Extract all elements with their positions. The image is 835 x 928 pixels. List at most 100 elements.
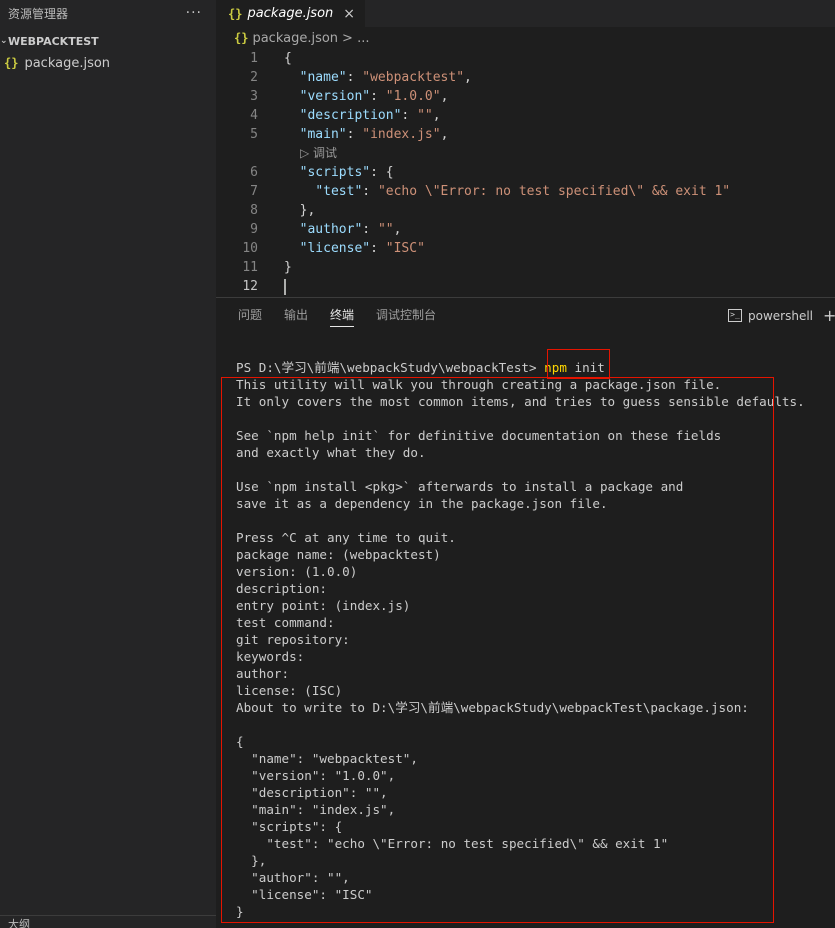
code-line: 10 "license": "ISC" <box>216 239 835 258</box>
line-content: "name": "webpacktest", <box>284 68 472 87</box>
token: : <box>346 70 363 85</box>
token: }, <box>284 203 316 218</box>
breadcrumb-file[interactable]: package.json <box>252 31 338 46</box>
line-number: 7 <box>250 184 258 199</box>
line-content: "scripts": { <box>284 163 394 182</box>
highlight-box-command <box>547 349 610 379</box>
json-file-icon: {} <box>228 6 243 21</box>
line-content: "description": "", <box>284 106 441 125</box>
token: "main" <box>299 127 347 142</box>
code-line: 3 "version": "1.0.0", <box>216 87 835 106</box>
token: , <box>393 222 402 237</box>
tab-terminal[interactable]: 终端 <box>330 298 355 333</box>
code-line: 6 "scripts": { <box>216 163 835 182</box>
terminal-prompt: PS D:\学习\前端\webpackStudy\webpackTest> <box>236 360 545 375</box>
line-content: "author": "", <box>284 220 402 239</box>
line-content: "license": "ISC" <box>284 239 425 258</box>
token: , <box>464 70 472 85</box>
explorer-title: 资源管理器 <box>8 6 69 21</box>
highlight-box-output <box>221 377 774 923</box>
tab-debug-console[interactable]: 调试控制台 <box>376 298 436 333</box>
breadcrumb-more[interactable]: > ... <box>342 31 369 46</box>
plus-icon[interactable]: + <box>823 306 835 325</box>
token: : <box>362 222 378 237</box>
more-actions-icon[interactable]: ··· <box>186 5 202 21</box>
line-content <box>284 277 286 296</box>
token: "license" <box>299 241 371 256</box>
chevron-down-icon: ⌄ <box>0 36 8 46</box>
code-line: 5 "main": "index.js", <box>216 125 835 144</box>
outline-section[interactable]: 大纲 <box>0 915 224 928</box>
code-line: 4 "description": "", <box>216 106 835 125</box>
token: : { <box>370 165 394 180</box>
code-line: 8 }, <box>216 201 835 220</box>
code-editor[interactable]: 1{2 "name": "webpacktest", 3 "version": "… <box>216 49 835 296</box>
token: } <box>284 260 292 275</box>
tab-package-json[interactable]: {} package.json × <box>216 0 366 27</box>
file-item-package-json[interactable]: {} package.json <box>0 52 216 74</box>
token: , <box>440 89 449 104</box>
line-number: 9 <box>250 222 258 237</box>
tab-problems[interactable]: 问题 <box>238 298 262 333</box>
token: "name" <box>299 70 347 85</box>
code-line: 7 "test": "echo \"Error: no test specifi… <box>216 182 835 201</box>
code-line: 1{ <box>216 49 835 68</box>
token: , <box>440 127 449 142</box>
terminal-icon: >_ <box>728 309 742 322</box>
panel-tabbar: 问题 输出 终端 调试控制台 >_ powershell + <box>216 298 835 333</box>
line-number: 3 <box>250 89 258 104</box>
line-content: { <box>284 49 292 68</box>
token: { <box>284 51 292 66</box>
line-number: 10 <box>242 241 258 256</box>
token: "test" <box>315 184 363 199</box>
token: : <box>346 127 363 142</box>
editor-tabbar: {} package.json × <box>216 0 835 27</box>
line-content: "version": "1.0.0", <box>284 87 449 106</box>
token: "version" <box>299 89 371 104</box>
line-number: 8 <box>250 203 258 218</box>
line-content: }, <box>284 201 316 220</box>
terminal-prompt-line: PS D:\学习\前端\webpackStudy\webpackTest> np… <box>236 359 805 376</box>
line-number: 11 <box>242 260 258 275</box>
code-line: 2 "name": "webpacktest", <box>216 68 835 87</box>
folder-label: WEBPACKTEST <box>8 34 99 48</box>
codelens-debug[interactable]: ▷ 调试 <box>216 144 835 163</box>
explorer-header: 资源管理器 ··· <box>0 0 216 26</box>
terminal-controls: >_ powershell + <box>728 298 835 333</box>
code-line: 9 "author": "", <box>216 220 835 239</box>
close-icon[interactable]: × <box>343 6 355 22</box>
token: "ISC" <box>385 241 425 256</box>
text-cursor <box>284 278 286 295</box>
explorer-sidebar: 资源管理器 ··· ⌄ WEBPACKTEST {} package.json … <box>0 0 224 928</box>
vscode-window: 资源管理器 ··· ⌄ WEBPACKTEST {} package.json … <box>0 0 835 928</box>
line-number: 1 <box>250 51 258 66</box>
line-content: } <box>284 258 292 277</box>
line-number: 6 <box>250 165 258 180</box>
editor-area: {} package.json × {} package.json > ... … <box>216 0 835 297</box>
tab-output[interactable]: 输出 <box>284 298 308 333</box>
shell-selector[interactable]: powershell <box>748 309 813 323</box>
token: "" <box>417 108 433 123</box>
token: "description" <box>299 108 402 123</box>
outline-label: 大纲 <box>8 918 30 928</box>
token: "author" <box>299 222 363 237</box>
token: : <box>370 241 386 256</box>
line-number: 5 <box>250 127 258 142</box>
line-content: "test": "echo \"Error: no test specified… <box>284 182 730 201</box>
token: : <box>370 89 386 104</box>
token: , <box>432 108 441 123</box>
line-number: 4 <box>250 108 258 123</box>
token: "scripts" <box>299 165 371 180</box>
tab-label: package.json <box>247 6 334 21</box>
token: "1.0.0" <box>385 89 441 104</box>
folder-webpacktest[interactable]: ⌄ WEBPACKTEST <box>0 30 216 52</box>
token: "echo \"Error: no test specified\" && ex… <box>377 184 731 199</box>
